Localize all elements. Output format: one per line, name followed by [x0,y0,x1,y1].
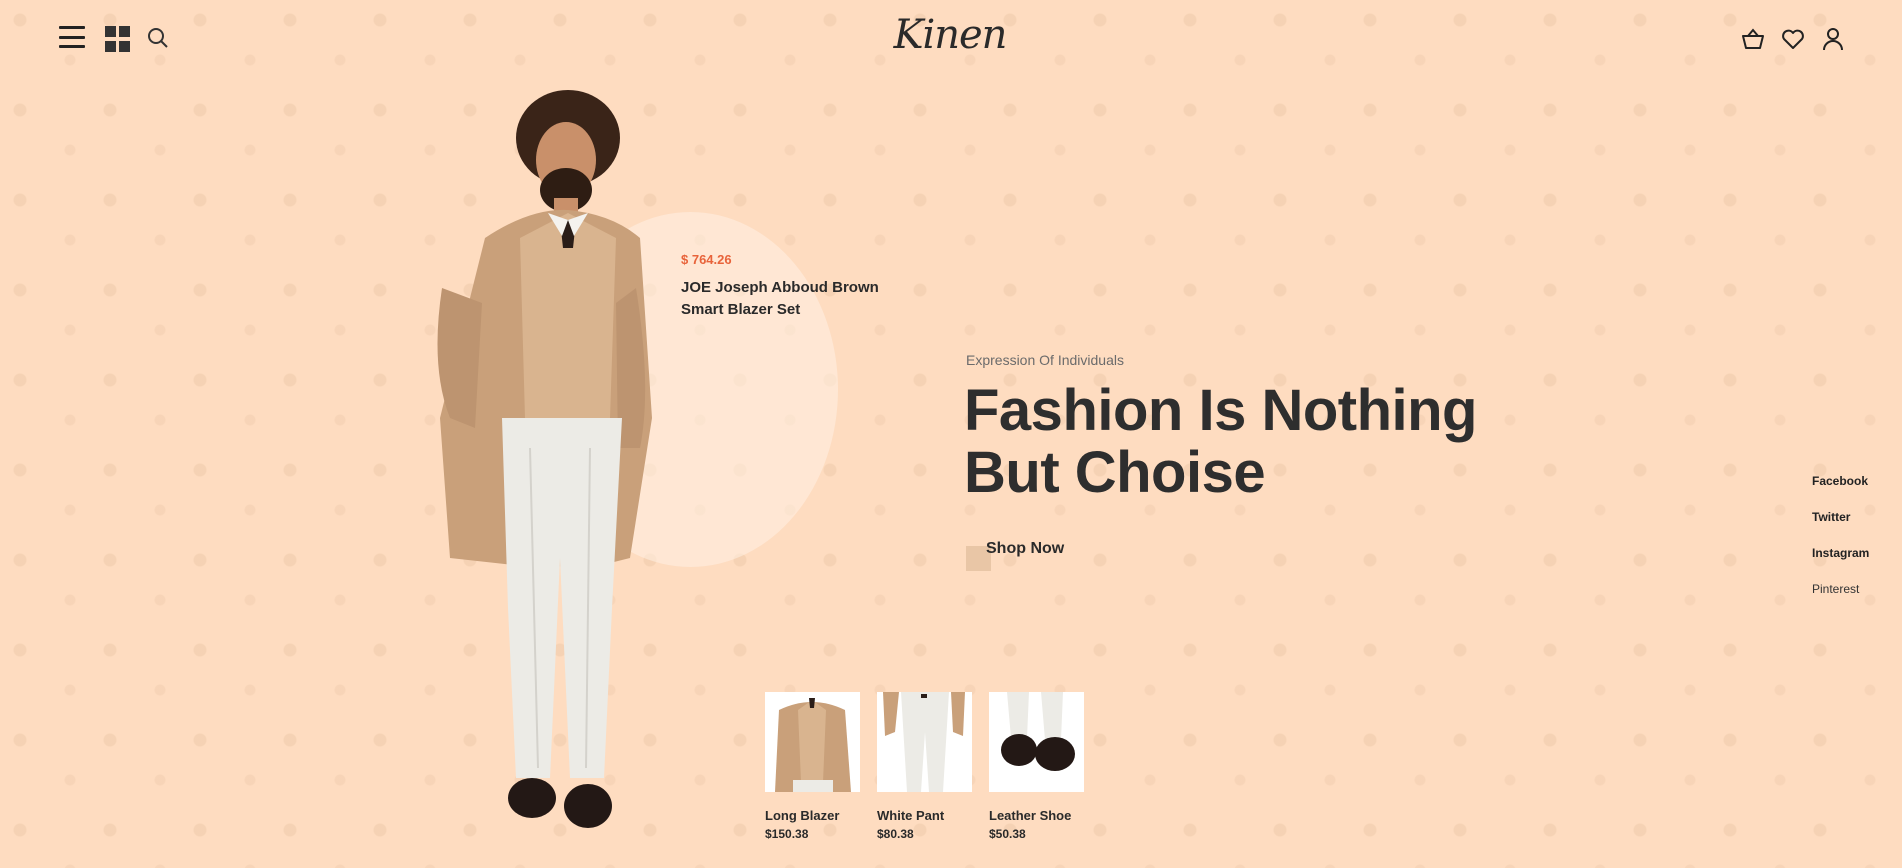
product-card-white-pant[interactable]: White Pant $80.38 [877,692,972,841]
basket-icon[interactable] [1740,26,1766,52]
product-name[interactable]: White Pant [877,808,972,823]
product-price: $50.38 [989,827,1026,841]
shop-now-button[interactable]: Shop Now [966,536,1126,571]
social-link-facebook[interactable]: Facebook [1812,474,1869,510]
model-image[interactable] [390,88,660,864]
social-link-pinterest[interactable]: Pinterest [1812,582,1869,618]
product-image-white-pant[interactable] [877,692,972,792]
product-name[interactable]: Leather Shoe [989,808,1084,823]
product-price: $80.38 [877,827,914,841]
product-price: $150.38 [765,827,809,841]
grid-icon[interactable] [104,26,130,52]
product-image-leather-shoe[interactable] [989,692,1084,792]
menu-icon[interactable] [58,26,86,48]
product-card-long-blazer[interactable]: Long Blazer $150.38 [765,692,860,841]
user-icon[interactable] [1820,26,1846,52]
heart-icon[interactable] [1780,26,1806,52]
shop-now-label: Shop Now [986,540,1065,557]
site-header: Kinen [0,0,1902,80]
featured-product-name[interactable]: JOE Joseph Abboud Brown Smart Blazer Set [681,277,881,321]
product-thumbnails: Long Blazer $150.38 White Pant $80.38 Le… [765,692,1084,841]
product-card-leather-shoe[interactable]: Leather Shoe $50.38 [989,692,1084,841]
social-link-instagram[interactable]: Instagram [1812,546,1869,582]
hero-subtitle: Expression Of Individuals [966,352,1124,368]
product-name[interactable]: Long Blazer [765,808,860,823]
featured-price: $ 764.26 [681,252,732,267]
social-links: Facebook Twitter Instagram Pinterest [1812,474,1869,618]
social-link-twitter[interactable]: Twitter [1812,510,1869,546]
site-logo[interactable]: Kinen [880,12,1020,58]
hero-headline: Fashion Is Nothing But Choise [964,378,1477,505]
search-icon[interactable] [146,26,170,50]
product-image-long-blazer[interactable] [765,692,860,792]
